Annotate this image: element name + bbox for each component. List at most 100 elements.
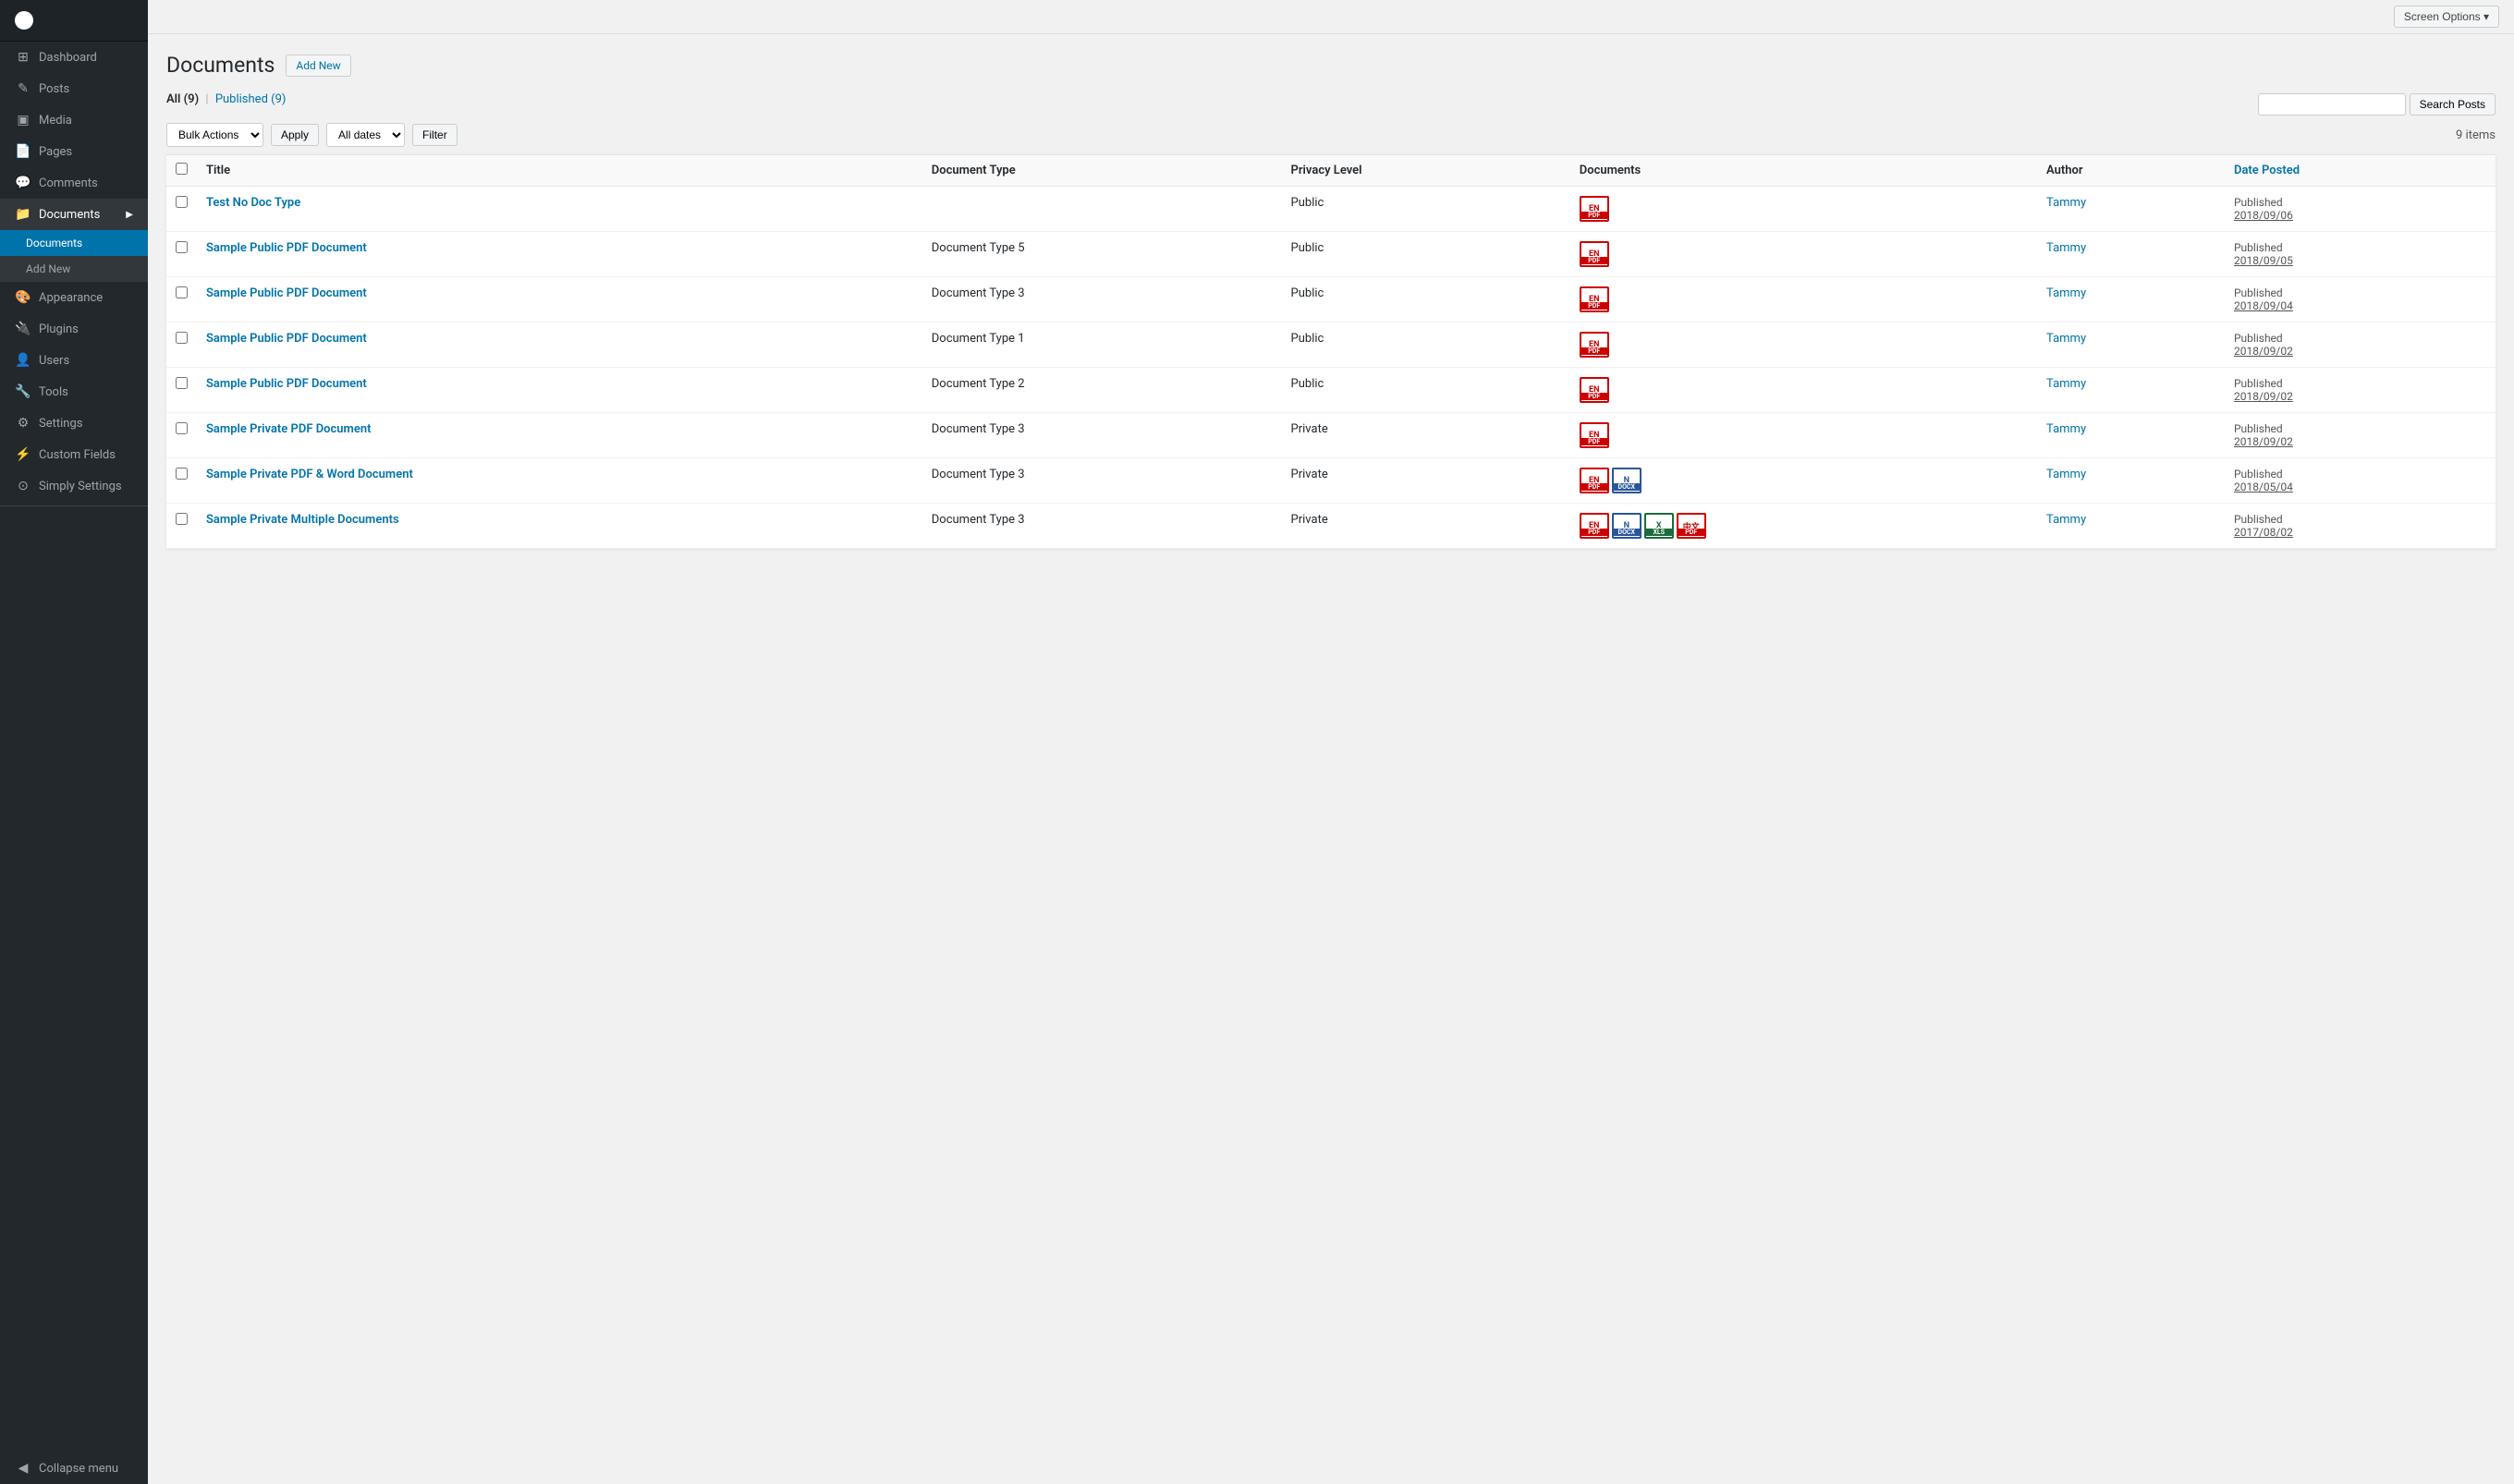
- document-file-icon[interactable]: ENPDF: [1580, 196, 1609, 222]
- row-privacy-cell: Public: [1282, 368, 1570, 413]
- view-published-link[interactable]: Published (9): [215, 92, 287, 106]
- author-link[interactable]: Tammy: [2046, 422, 2086, 436]
- document-file-icon[interactable]: ENPDF: [1580, 286, 1609, 312]
- document-title-link[interactable]: Sample Private Multiple Documents: [206, 513, 399, 527]
- document-title-link[interactable]: Test No Doc Type: [206, 196, 300, 210]
- author-link[interactable]: Tammy: [2046, 286, 2086, 300]
- author-link[interactable]: Tammy: [2046, 468, 2086, 481]
- document-file-icon[interactable]: ENPDF: [1580, 241, 1609, 267]
- select-all-header: [166, 155, 197, 187]
- sidebar-subitem-documents[interactable]: Documents: [0, 230, 148, 256]
- table-row: Sample Public PDF DocumentDocument Type …: [166, 232, 2496, 277]
- row-checkbox[interactable]: [176, 332, 188, 344]
- collapse-menu-button[interactable]: ◀ Collapse menu: [0, 1453, 148, 1484]
- screen-options-button[interactable]: Screen Options ▾: [2394, 6, 2499, 28]
- row-checkbox[interactable]: [176, 468, 188, 480]
- view-all-link[interactable]: All (9): [166, 92, 199, 106]
- dates-select[interactable]: All dates: [326, 123, 405, 147]
- sidebar-item-posts[interactable]: ✎ Posts: [0, 73, 148, 104]
- add-new-button[interactable]: Add New: [286, 55, 350, 77]
- row-status: Published: [2234, 196, 2486, 209]
- sidebar-item-documents[interactable]: 📁 Documents ▶: [0, 199, 148, 230]
- row-checkbox[interactable]: [176, 422, 188, 434]
- sidebar-item-simply-settings[interactable]: ⊙ Simply Settings: [0, 470, 148, 502]
- apply-button[interactable]: Apply: [271, 124, 319, 146]
- sidebar-item-users[interactable]: 👤 Users: [0, 345, 148, 376]
- users-icon: 👤: [15, 353, 31, 368]
- row-checkbox-cell: [166, 322, 197, 368]
- row-documents-cell: ENPDF: [1570, 322, 2037, 368]
- col-date: Date Posted: [2225, 155, 2496, 187]
- search-posts-button[interactable]: Search Posts: [2410, 93, 2496, 116]
- posts-icon: ✎: [15, 81, 31, 96]
- row-checkbox[interactable]: [176, 286, 188, 298]
- sidebar-item-pages[interactable]: 📄 Pages: [0, 136, 148, 167]
- sidebar-item-settings[interactable]: ⚙ Settings: [0, 407, 148, 439]
- document-file-icon[interactable]: ENPDF: [1580, 422, 1609, 448]
- row-title-cell: Test No Doc Type: [197, 187, 922, 232]
- date-sort-link[interactable]: Date Posted: [2234, 164, 2300, 177]
- document-title-link[interactable]: Sample Public PDF Document: [206, 332, 367, 346]
- sidebar-item-plugins[interactable]: 🔌 Plugins: [0, 313, 148, 345]
- document-title-link[interactable]: Sample Private PDF & Word Document: [206, 468, 413, 481]
- row-checkbox-cell: [166, 413, 197, 458]
- row-status: Published: [2234, 513, 2486, 526]
- table-row: Sample Public PDF DocumentDocument Type …: [166, 277, 2496, 322]
- sidebar-item-dashboard[interactable]: ⊞ Dashboard: [0, 42, 148, 73]
- document-title-link[interactable]: Sample Public PDF Document: [206, 377, 367, 391]
- author-link[interactable]: Tammy: [2046, 196, 2086, 210]
- filter-right: 9 items: [2456, 128, 2496, 142]
- document-title-link[interactable]: Sample Public PDF Document: [206, 241, 367, 255]
- sidebar-item-custom-fields[interactable]: ⚡ Custom Fields: [0, 439, 148, 470]
- sidebar-item-label: Media: [39, 114, 72, 128]
- row-doc-type-cell: Document Type 2: [922, 368, 1282, 413]
- row-checkbox[interactable]: [176, 513, 188, 525]
- sidebar-item-media[interactable]: ▣ Media: [0, 104, 148, 136]
- sidebar-item-label: Posts: [39, 82, 69, 96]
- document-file-icon[interactable]: NDOCX: [1612, 513, 1641, 539]
- row-date: 2018/09/02: [2234, 345, 2486, 358]
- document-file-icon[interactable]: ENPDF: [1580, 377, 1609, 403]
- sidebar-item-appearance[interactable]: 🎨 Appearance: [0, 282, 148, 313]
- page-header: Documents Add New: [166, 53, 2496, 78]
- sidebar-item-label: Custom Fields: [39, 448, 116, 462]
- main-content: Screen Options ▾ Documents Add New All (…: [148, 0, 2514, 1484]
- search-input[interactable]: [2258, 93, 2406, 116]
- document-file-icon[interactable]: NDOCX: [1612, 468, 1641, 493]
- sidebar-item-comments[interactable]: 💬 Comments: [0, 167, 148, 199]
- bulk-actions-select[interactable]: Bulk Actions: [166, 123, 263, 147]
- document-file-icon[interactable]: XXLS: [1644, 513, 1674, 539]
- select-all-checkbox[interactable]: [176, 163, 188, 175]
- sidebar-subitem-add-new[interactable]: Add New: [0, 256, 148, 282]
- document-title-link[interactable]: Sample Private PDF Document: [206, 422, 371, 436]
- author-link[interactable]: Tammy: [2046, 241, 2086, 255]
- sidebar-item-label: Tools: [39, 385, 68, 399]
- collapse-icon: ◀: [15, 1461, 31, 1476]
- filter-button[interactable]: Filter: [412, 124, 458, 146]
- row-author-cell: Tammy: [2037, 368, 2225, 413]
- row-doc-type-cell: Document Type 3: [922, 458, 1282, 504]
- author-link[interactable]: Tammy: [2046, 377, 2086, 391]
- sidebar-item-label: Settings: [39, 417, 82, 431]
- row-checkbox[interactable]: [176, 196, 188, 208]
- document-file-icon[interactable]: ENPDF: [1580, 468, 1609, 493]
- row-documents-cell: ENPDF: [1570, 277, 2037, 322]
- document-file-icon[interactable]: ENPDF: [1580, 332, 1609, 358]
- row-checkbox[interactable]: [176, 241, 188, 253]
- sidebar: ⊞ Dashboard ✎ Posts ▣ Media 📄 Pages 💬 Co…: [0, 0, 148, 1484]
- row-date: 2018/09/06: [2234, 209, 2486, 222]
- row-privacy-cell: Private: [1282, 458, 1570, 504]
- author-link[interactable]: Tammy: [2046, 513, 2086, 527]
- author-link[interactable]: Tammy: [2046, 332, 2086, 346]
- row-checkbox[interactable]: [176, 377, 188, 389]
- sidebar-item-tools[interactable]: 🔧 Tools: [0, 376, 148, 407]
- document-title-link[interactable]: Sample Public PDF Document: [206, 286, 367, 300]
- document-file-icon[interactable]: ENPDF: [1580, 513, 1609, 539]
- row-privacy-cell: Public: [1282, 232, 1570, 277]
- sidebar-item-label: Users: [39, 354, 69, 368]
- sidebar-item-label: Pages: [39, 145, 72, 159]
- page-title: Documents: [166, 53, 275, 78]
- document-file-icon[interactable]: 中文PDF: [1677, 513, 1706, 539]
- row-status: Published: [2234, 377, 2486, 390]
- row-doc-type-cell: [922, 187, 1282, 232]
